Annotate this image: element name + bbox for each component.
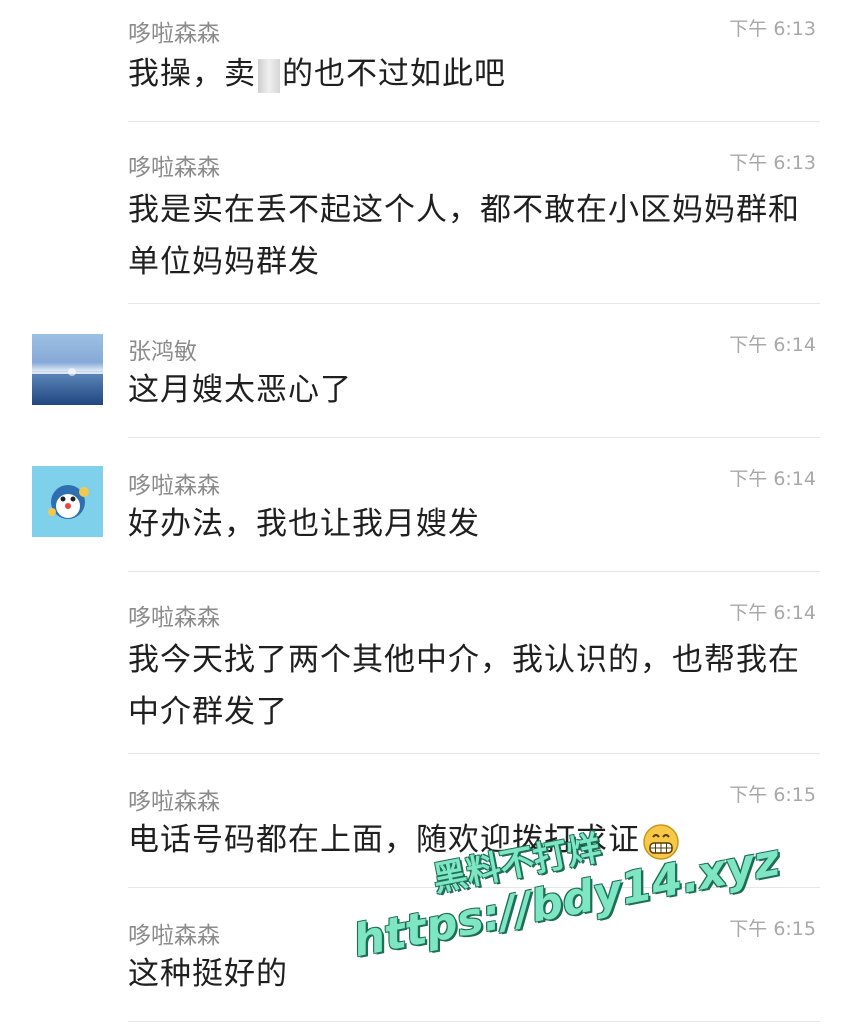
sea-photo-icon: [32, 368, 103, 376]
message-text: 好办法，我也让我月嫂发: [128, 506, 480, 542]
sender-name: 张鸿敏: [128, 339, 197, 365]
chat-message: 哆啦森森 下午 6:14 好办法，我也让我月嫂发: [0, 438, 850, 572]
sender-name: 哆啦森森: [128, 605, 220, 631]
sender-name: 哆啦森森: [128, 21, 220, 47]
message-text-part: 的也不过如此吧: [282, 56, 506, 92]
message-time: 下午 6:15: [729, 784, 816, 806]
message-time: 下午 6:13: [729, 152, 816, 174]
chat-message: 哆啦森森 下午 6:13 我操，卖 的也不过如此吧: [0, 0, 850, 122]
chat-message: 张鸿敏 下午 6:14 这月嫂太恶心了: [0, 304, 850, 438]
chat-message: 哆啦森森 下午 6:13 我是实在丢不起这个人，都不敢在小区妈妈群和单位妈妈群发: [0, 122, 850, 304]
sender-name: 哆啦森森: [128, 473, 220, 499]
message-text: 我操，卖 的也不过如此吧: [128, 48, 818, 100]
message-time: 下午 6:13: [729, 18, 816, 40]
user-avatar[interactable]: [32, 466, 103, 537]
sender-name: 哆啦森森: [128, 923, 220, 949]
sender-name: 哆啦森森: [128, 789, 220, 815]
message-text: 我是实在丢不起这个人，都不敢在小区妈妈群和单位妈妈群发: [128, 192, 800, 280]
chat-message: 哆啦森森 下午 6:14 我今天找了两个其他中介，我认识的，也帮我在中介群发了: [0, 572, 850, 754]
sender-name: 哆啦森森: [128, 155, 220, 181]
message-text: 这月嫂太恶心了: [128, 372, 352, 408]
message-time: 下午 6:14: [729, 602, 816, 624]
censor-blur: [258, 58, 280, 93]
message-text-part: 我操，卖: [128, 56, 256, 92]
cartoon-avatar-icon: [48, 485, 89, 519]
divider: [128, 1021, 820, 1022]
user-avatar[interactable]: [32, 334, 103, 405]
message-text: 我今天找了两个其他中介，我认识的，也帮我在中介群发了: [128, 642, 800, 730]
message-time: 下午 6:14: [729, 468, 816, 490]
message-time: 下午 6:14: [729, 334, 816, 356]
